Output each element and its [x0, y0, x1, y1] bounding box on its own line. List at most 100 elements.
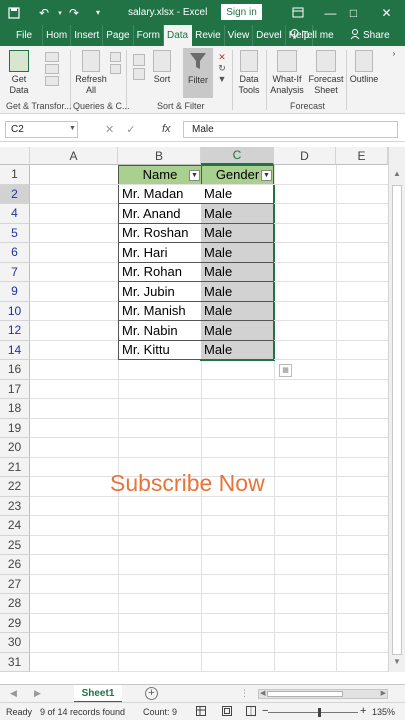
connections-small-buttons[interactable]	[108, 52, 122, 76]
row-header-4[interactable]: 4	[0, 204, 30, 224]
row-header-19[interactable]: 19	[0, 418, 30, 438]
tab-developer[interactable]: Devel	[253, 25, 286, 46]
row-header-24[interactable]: 24	[0, 516, 30, 536]
row-header-21[interactable]: 21	[0, 457, 30, 477]
row-header-30[interactable]: 30	[0, 633, 30, 653]
tab-data[interactable]: Data	[163, 25, 193, 46]
insert-function-button[interactable]: fx	[162, 123, 171, 135]
row-header-6[interactable]: 6	[0, 243, 30, 263]
normal-view-icon[interactable]	[196, 706, 206, 718]
restore-button[interactable]: □	[341, 0, 366, 25]
name-cell[interactable]: Mr. Rohan	[118, 262, 202, 282]
row-header-29[interactable]: 29	[0, 613, 30, 633]
sign-in-button[interactable]: Sign in	[221, 4, 262, 20]
row-header-12[interactable]: 12	[0, 321, 30, 341]
prev-sheet-icon[interactable]: ◀	[10, 688, 17, 699]
name-cell[interactable]: Mr. Madan	[118, 184, 202, 204]
data-tools-button[interactable]: Data Tools	[235, 50, 263, 96]
row-header-31[interactable]: 31	[0, 652, 30, 672]
page-break-view-icon[interactable]	[246, 706, 256, 718]
ribbon-display-icon[interactable]	[285, 0, 310, 25]
filter-applied-icon[interactable]: ▼	[189, 170, 200, 181]
filter-small-buttons[interactable]: ✕ ↻ ▼	[215, 52, 229, 85]
row-header-14[interactable]: 14	[0, 340, 30, 360]
filter-dropdown-icon[interactable]: ▼	[261, 170, 272, 181]
row-header-5[interactable]: 5	[0, 223, 30, 243]
row-header-1[interactable]: 1	[0, 165, 30, 185]
quick-analysis-icon[interactable]: ▦	[279, 364, 292, 377]
scroll-up-icon[interactable]: ▲	[393, 169, 401, 178]
zoom-level[interactable]: 135%	[372, 707, 395, 717]
worksheet-grid[interactable]: A B C D E Name ▼ Gender ▼ ▦ 1 2 4 5 6 7 9 10 12 1…	[0, 147, 388, 672]
enter-icon[interactable]: ✓	[126, 124, 147, 136]
chevron-down-icon[interactable]: ▼	[69, 125, 76, 132]
select-all-corner[interactable]	[0, 147, 30, 165]
gender-cell[interactable]: Male	[201, 282, 274, 302]
name-cell[interactable]: Mr. Kittu	[118, 340, 202, 360]
name-cell[interactable]: Mr. Anand	[118, 204, 202, 224]
close-button[interactable]: ✕	[374, 0, 399, 25]
column-header-a[interactable]: A	[30, 147, 118, 165]
horizontal-scroll-thumb[interactable]	[267, 691, 343, 697]
scroll-right-icon[interactable]: ▶	[381, 689, 386, 697]
sheet-tab-sheet1[interactable]: Sheet1	[74, 685, 122, 703]
tab-split-icon[interactable]: ⋮	[240, 688, 249, 699]
get-data-button[interactable]: Get Data	[4, 50, 34, 96]
refresh-all-button[interactable]: Refresh All	[75, 50, 107, 96]
row-header-26[interactable]: 26	[0, 555, 30, 575]
active-cell[interactable]: Male	[201, 184, 274, 204]
next-sheet-icon[interactable]: ▶	[34, 688, 41, 699]
vertical-scrollbar[interactable]: ▲ ▼	[388, 147, 405, 672]
tell-me-search[interactable]: Tell me	[290, 25, 334, 46]
zoom-slider-thumb[interactable]	[318, 708, 321, 717]
save-icon[interactable]	[4, 0, 24, 25]
page-layout-view-icon[interactable]	[222, 706, 232, 718]
row-header-10[interactable]: 10	[0, 301, 30, 321]
cancel-icon[interactable]: ✕	[105, 124, 126, 136]
gender-cell[interactable]: Male	[201, 301, 274, 321]
tab-page-layout[interactable]: Page	[103, 25, 134, 46]
tab-insert[interactable]: Insert	[71, 25, 104, 46]
row-header-25[interactable]: 25	[0, 535, 30, 555]
scroll-down-icon[interactable]: ▼	[393, 657, 401, 666]
row-header-16[interactable]: 16	[0, 360, 30, 380]
zoom-slider-track[interactable]	[268, 712, 358, 713]
name-cell[interactable]: Mr. Manish	[118, 301, 202, 321]
name-cell[interactable]: Mr. Hari	[118, 243, 202, 263]
scroll-left-icon[interactable]: ◀	[260, 689, 265, 697]
sort-button[interactable]: Sort	[150, 50, 174, 85]
row-header-7[interactable]: 7	[0, 262, 30, 282]
tab-view[interactable]: View	[225, 25, 254, 46]
outline-button[interactable]: Outline	[348, 50, 380, 85]
scroll-thumb[interactable]	[392, 185, 402, 655]
gender-cell[interactable]: Male	[201, 204, 274, 224]
tab-home[interactable]: Hom	[43, 25, 72, 46]
forecast-sheet-button[interactable]: Forecast Sheet	[308, 50, 344, 96]
name-cell[interactable]: Mr. Nabin	[118, 321, 202, 341]
filter-button[interactable]: Filter	[184, 50, 212, 86]
column-header-b[interactable]: B	[118, 147, 201, 165]
row-header-28[interactable]: 28	[0, 594, 30, 614]
row-header-22[interactable]: 22	[0, 477, 30, 497]
tab-review[interactable]: Revie	[192, 25, 225, 46]
tab-formulas[interactable]: Form	[134, 25, 164, 46]
gender-cell[interactable]: Male	[201, 243, 274, 263]
add-sheet-button[interactable]: +	[145, 687, 158, 700]
redo-icon[interactable]: ↷	[64, 0, 84, 25]
queries-small-buttons[interactable]	[37, 52, 67, 88]
row-header-9[interactable]: 9	[0, 282, 30, 302]
gender-cell[interactable]: Male	[201, 340, 274, 360]
minimize-button[interactable]: —	[318, 0, 343, 25]
column-header-e[interactable]: E	[336, 147, 388, 165]
zoom-out-button[interactable]: −	[262, 705, 268, 717]
column-header-c[interactable]: C	[201, 147, 274, 165]
customize-toolbar-icon[interactable]: ▾	[88, 0, 108, 25]
name-cell[interactable]: Mr. Jubin	[118, 282, 202, 302]
zoom-in-button[interactable]: +	[360, 705, 366, 717]
row-header-2[interactable]: 2	[0, 184, 30, 204]
column-header-d[interactable]: D	[274, 147, 336, 165]
row-header-23[interactable]: 23	[0, 496, 30, 516]
name-cell[interactable]: Mr. Roshan	[118, 223, 202, 243]
share-button[interactable]: Share	[350, 25, 390, 46]
name-box[interactable]: C2	[5, 121, 78, 138]
